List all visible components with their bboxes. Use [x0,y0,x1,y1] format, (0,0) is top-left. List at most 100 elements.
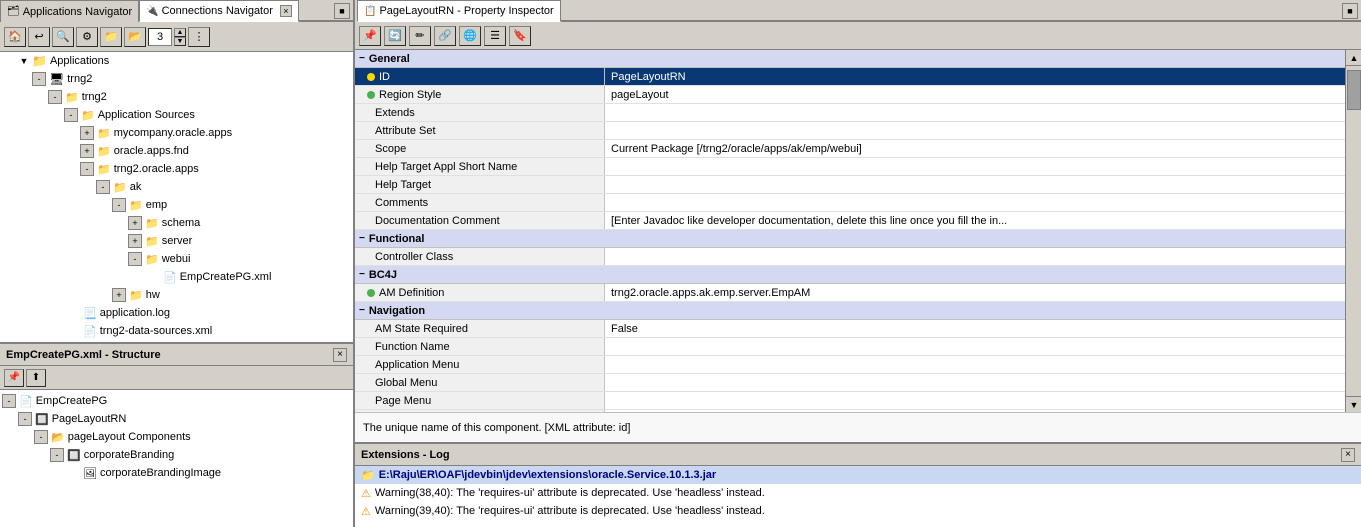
prop-row-help-target[interactable]: Help Target [355,176,1345,194]
toolbar-search-btn[interactable]: 🔍 [52,27,74,47]
prop-group-navigation-header[interactable]: − Navigation [355,302,1345,320]
prop-row-doc-comment[interactable]: Documentation Comment [Enter Javadoc lik… [355,212,1345,230]
toolbar-new-folder-btn[interactable]: 📁 [100,27,122,47]
tab-property-inspector[interactable]: 📋 PageLayoutRN - Property Inspector [357,0,561,22]
tree-item-app-log[interactable]: 📃 application.log [0,304,353,322]
tree-root-applications[interactable]: ▼ 📁 Applications [0,52,353,70]
tree-item-schema[interactable]: + 📁 schema [0,214,353,232]
pi-globe-btn[interactable]: 🌐 [459,26,481,46]
prop-row-page-menu[interactable]: Page Menu [355,392,1345,410]
prop-value-extends[interactable] [605,104,1345,121]
tree-item-data-sources[interactable]: 📄 trng2-data-sources.xml [0,322,353,340]
prop-value-page-menu[interactable] [605,392,1345,409]
functional-collapse-icon[interactable]: − [359,233,365,244]
prop-value-app-menu[interactable] [605,356,1345,373]
expand-pagelayoutrn[interactable]: - [18,412,32,426]
scroll-up-arrow[interactable]: ▲ [1346,50,1361,66]
log-warning-row-1[interactable]: ⚠ Warning(38,40): The 'requires-ui' attr… [355,484,1361,502]
prop-row-attr-set[interactable]: Attribute Set [355,122,1345,140]
prop-value-controller-class[interactable] [605,248,1345,265]
prop-value-doc-comment[interactable]: [Enter Javadoc like developer documentat… [605,212,1345,229]
prop-group-functional-header[interactable]: − Functional [355,230,1345,248]
prop-value-am-definition[interactable]: trng2.oracle.apps.ak.emp.server.EmpAM [605,284,1345,301]
bc4j-collapse-icon[interactable]: − [359,269,365,280]
prop-value-am-state[interactable]: False [605,320,1345,337]
scroll-thumb[interactable] [1347,70,1361,110]
tree-item-trng2-oracle[interactable]: - 📁 trng2.oracle.apps [0,160,353,178]
prop-row-app-menu[interactable]: Application Menu [355,356,1345,374]
tab-connections-navigator[interactable]: 🔌 Connections Navigator × [139,0,299,22]
prop-row-id[interactable]: ID [355,68,1345,86]
prop-value-comments[interactable] [605,194,1345,211]
prop-group-bc4j-header[interactable]: − BC4J [355,266,1345,284]
struct-item-pagelayoutrn[interactable]: - 🔲 PageLayoutRN [0,410,353,428]
prop-row-global-menu[interactable]: Global Menu [355,374,1345,392]
id-prop-value-input[interactable] [611,71,1345,83]
expand-empcreatepg[interactable]: - [2,394,16,408]
pi-list-btn[interactable]: ☰ [484,26,506,46]
expand-mycompany[interactable]: + [80,126,94,140]
tree-expand-applications[interactable]: ▼ [16,53,32,69]
pi-edit-btn[interactable]: ✏ [409,26,431,46]
expand-app-sources[interactable]: - [64,108,78,122]
navigation-collapse-icon[interactable]: − [359,305,365,316]
prop-group-general-header[interactable]: − General [355,50,1345,68]
prop-row-comments[interactable]: Comments [355,194,1345,212]
expand-corporatebranding[interactable]: - [50,448,64,462]
expand-pagelayout-components[interactable]: - [34,430,48,444]
toolbar-settings-btn[interactable]: ⚙ [76,27,98,47]
expand-hw[interactable]: + [112,288,126,302]
tab-applications-navigator[interactable]: 🗂 Applications Navigator [0,0,139,22]
log-close-btn[interactable]: × [1341,448,1355,462]
tree-item-empcreatepg-xml[interactable]: 📄 EmpCreatePG.xml [0,268,353,286]
toolbar-open-btn[interactable]: 📂 [124,27,146,47]
tree-item-mycompany[interactable]: + 📁 mycompany.oracle.apps [0,124,353,142]
tree-item-hw[interactable]: + 📁 hw [0,286,353,304]
prop-row-function-name[interactable]: Function Name [355,338,1345,356]
struct-item-corporatebranding[interactable]: - 🔲 corporateBranding [0,446,353,464]
expand-server[interactable]: + [128,234,142,248]
prop-row-help-target-appl[interactable]: Help Target Appl Short Name [355,158,1345,176]
struct-item-pagelayout-components[interactable]: - 📂 pageLayout Components [0,428,353,446]
pi-pin-btn[interactable]: 📌 [359,26,381,46]
right-panel-collapse-btn[interactable]: ■ [1342,3,1358,19]
prop-row-region-style[interactable]: Region Style pageLayout [355,86,1345,104]
tree-item-oracle-fnd[interactable]: + 📁 oracle.apps.fnd [0,142,353,160]
prop-value-attr-set[interactable] [605,122,1345,139]
property-scrollbar[interactable]: ▲ ▼ [1345,50,1361,412]
scroll-down-arrow[interactable]: ▼ [1346,396,1361,412]
tree-item-app-sources[interactable]: - 📁 Application Sources [0,106,353,124]
expand-emp[interactable]: - [112,198,126,212]
expand-webui[interactable]: - [128,252,142,266]
expand-trng2-oracle[interactable]: - [80,162,94,176]
tree-item-server[interactable]: + 📁 server [0,232,353,250]
expand-trng2[interactable]: - [32,72,46,86]
prop-value-id[interactable] [605,68,1345,85]
expand-ak[interactable]: - [96,180,110,194]
toolbar-back-btn[interactable]: ↩ [28,27,50,47]
connections-close-btn[interactable]: × [280,5,292,17]
toolbar-home-btn[interactable]: 🏠 [4,27,26,47]
prop-row-extends[interactable]: Extends [355,104,1345,122]
tree-item-ak[interactable]: - 📁 ak [0,178,353,196]
prop-value-help-target[interactable] [605,176,1345,193]
pi-refresh-btn[interactable]: 🔄 [384,26,406,46]
prop-row-am-definition[interactable]: AM Definition trng2.oracle.apps.ak.emp.s… [355,284,1345,302]
tree-item-webui[interactable]: - 📁 webui [0,250,353,268]
struct-item-corporatebrandingimage[interactable]: 🖼 corporateBrandingImage [0,464,353,482]
struct-item-empcreatepg[interactable]: - 📄 EmpCreatePG [0,392,353,410]
prop-value-function-name[interactable] [605,338,1345,355]
left-panel-collapse-btn[interactable]: ■ [334,3,350,19]
pi-bookmark-btn[interactable]: 🔖 [509,26,531,46]
expand-oracle-fnd[interactable]: + [80,144,94,158]
structure-tool-btn1[interactable]: 📌 [4,369,24,387]
structure-tool-btn2[interactable]: ⬆ [26,369,46,387]
expand-schema[interactable]: + [128,216,142,230]
depth-up-btn[interactable]: ▲ [174,28,186,37]
tree-item-trng2[interactable]: - 🖥 trng2 [0,70,353,88]
tree-item-emp[interactable]: - 📁 emp [0,196,353,214]
pi-extend-btn[interactable]: 🔗 [434,26,456,46]
prop-row-scope[interactable]: Scope Current Package [/trng2/oracle/app… [355,140,1345,158]
log-warning-row-2[interactable]: ⚠ Warning(39,40): The 'requires-ui' attr… [355,502,1361,520]
structure-close-btn[interactable]: × [333,348,347,362]
